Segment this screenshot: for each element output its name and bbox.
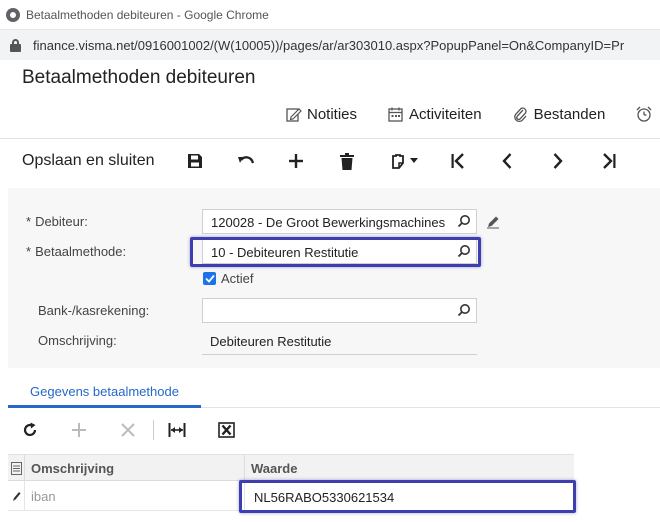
browser-title-bar: Betaalmethoden debiteuren - Google Chrom… — [0, 0, 660, 30]
undo-button[interactable] — [235, 150, 257, 172]
calendar-icon — [388, 107, 403, 122]
edit-pencil-icon[interactable] — [486, 215, 500, 229]
grid-header: Omschrijving Waarde — [8, 454, 574, 482]
plus-icon — [72, 423, 86, 437]
page-title: Betaalmethoden debiteuren — [22, 67, 256, 88]
caret-down-icon — [409, 158, 418, 163]
list-icon — [10, 462, 22, 475]
tab-bar: Gegevens betaalmethode — [8, 368, 660, 408]
checkmark-icon — [204, 274, 215, 283]
payment-method-label: * Betaalmethode: — [26, 244, 127, 259]
row-edit-indicator — [8, 481, 24, 511]
notes-icon — [286, 107, 302, 122]
first-icon — [451, 153, 464, 169]
customer-label: * Debiteur: — [26, 214, 88, 229]
files-label: Bestanden — [533, 105, 606, 123]
floppy-disk-icon — [188, 154, 202, 168]
column-header-description[interactable]: Omschrijving — [24, 455, 244, 482]
next-record-button[interactable] — [547, 150, 569, 172]
refresh-button[interactable] — [20, 420, 40, 440]
active-checkbox[interactable] — [203, 272, 216, 285]
window-title: Betaalmethoden debiteuren - Google Chrom… — [26, 7, 269, 22]
description-label: Omschrijving: — [38, 333, 117, 348]
tab-payment-details[interactable]: Gegevens betaalmethode — [8, 384, 201, 408]
plus-icon — [289, 154, 303, 168]
last-record-button[interactable] — [598, 150, 620, 172]
alarm-clock-icon — [636, 106, 652, 122]
activities-button[interactable]: Activiteiten — [387, 106, 482, 123]
chevron-right-icon — [553, 153, 563, 169]
top-nav: Notities Activiteiten Bestanden — [285, 100, 660, 128]
delete-button[interactable] — [336, 150, 358, 172]
main-toolbar: Opslaan en sluiten — [0, 138, 660, 182]
undo-icon — [238, 156, 255, 164]
chevron-left-icon — [502, 153, 512, 169]
iban-highlight — [239, 480, 576, 513]
notes-label: Notities — [307, 105, 358, 123]
notes-button[interactable]: Notities — [285, 106, 357, 123]
close-icon — [121, 423, 135, 437]
grid-add-button[interactable] — [69, 420, 89, 440]
trash-icon — [340, 152, 354, 170]
files-button[interactable]: Bestanden — [512, 105, 606, 123]
pencil-icon — [12, 491, 20, 501]
payment-method-highlight — [190, 237, 481, 267]
last-icon — [603, 153, 616, 169]
refresh-icon — [23, 422, 37, 437]
excel-icon — [217, 422, 235, 438]
add-button[interactable] — [285, 150, 307, 172]
bank-account-field[interactable] — [202, 298, 477, 323]
first-record-button[interactable] — [447, 150, 469, 172]
activities-label: Activiteiten — [409, 105, 482, 123]
active-label: Actief — [221, 271, 254, 286]
chrome-icon — [6, 7, 20, 22]
clipboard-icon — [391, 153, 404, 169]
fit-width-icon — [168, 423, 186, 437]
description-field[interactable]: Debiteuren Restitutie — [202, 328, 477, 355]
search-icon[interactable] — [457, 214, 471, 228]
form-panel: * Debiteur: 120028 - De Groot Bewerkingsm… — [8, 188, 660, 368]
reminders-button[interactable] — [635, 105, 658, 123]
previous-record-button[interactable] — [496, 150, 518, 172]
copy-paste-dropdown[interactable] — [386, 150, 422, 172]
column-header-value[interactable]: Waarde — [244, 455, 574, 482]
toolbar-separator — [153, 420, 154, 440]
fit-columns-button[interactable] — [167, 420, 187, 440]
payment-details-grid: Omschrijving Waarde iban NL56RABO5330621… — [8, 454, 576, 516]
export-excel-button[interactable] — [216, 420, 236, 440]
cell-description: iban — [24, 481, 244, 511]
search-icon[interactable] — [457, 303, 471, 317]
url-text[interactable]: finance.visma.net/0916001002/(W(10005))/… — [33, 38, 624, 53]
customer-value: 120028 - De Groot Bewerkingsmachines — [211, 215, 446, 230]
grid-toolbar — [8, 410, 660, 450]
bank-account-label: Bank-/kasrekening: — [38, 303, 150, 318]
save-and-close-button[interactable]: Opslaan en sluiten — [22, 152, 155, 170]
customer-field[interactable]: 120028 - De Groot Bewerkingsmachines — [202, 209, 477, 234]
row-selector-header[interactable] — [8, 455, 24, 482]
address-bar[interactable]: finance.visma.net/0916001002/(W(10005))/… — [0, 30, 660, 60]
grid-delete-button[interactable] — [118, 420, 138, 440]
lock-icon — [10, 38, 21, 52]
save-button[interactable] — [184, 150, 206, 172]
paperclip-icon — [513, 106, 527, 122]
